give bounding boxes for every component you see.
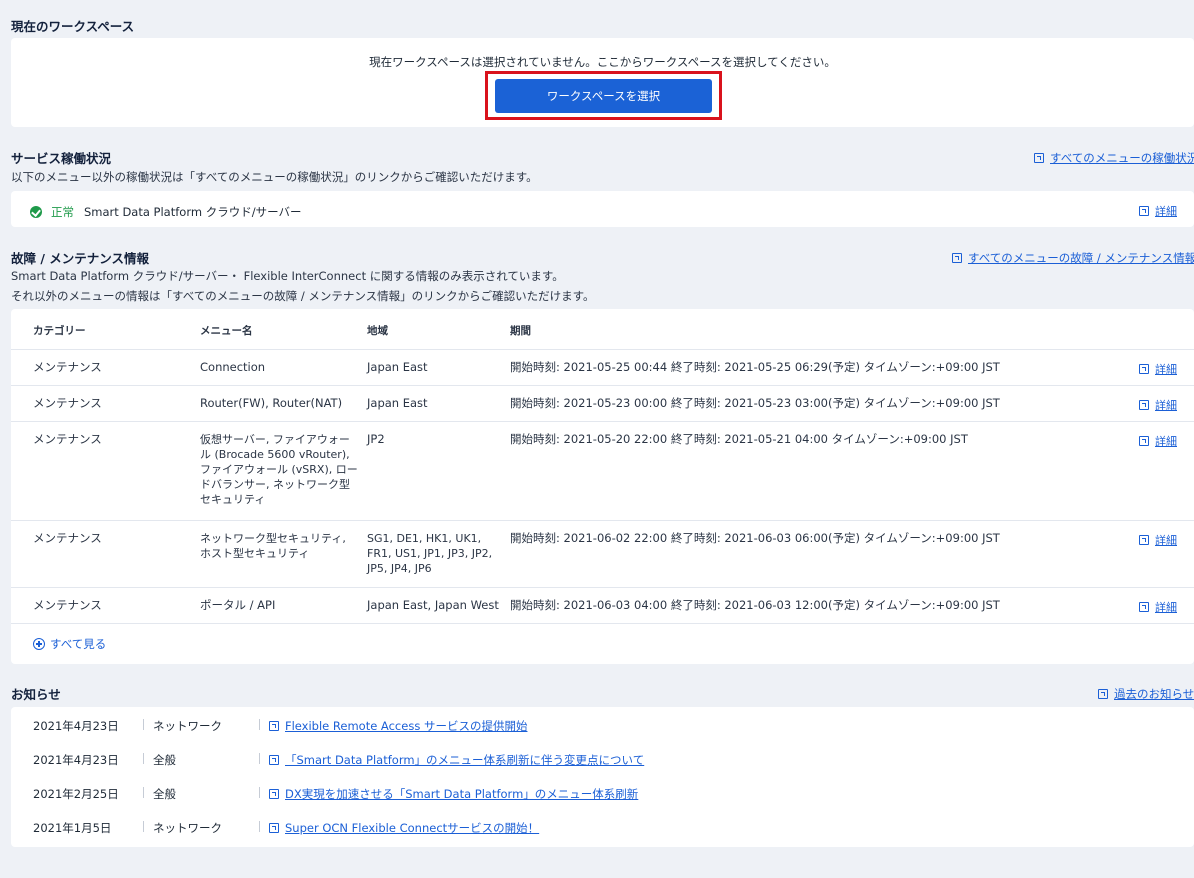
news-link[interactable]: DX実現を加速させる「Smart Data Platform」のメニュー体系刷新 (269, 786, 638, 802)
workspace-title: 現在のワークスペース (11, 19, 135, 34)
workspace-message: 現在ワークスペースは選択されていません。ここからワークスペースを選択してください… (369, 55, 836, 69)
service-panel: 正常 Smart Data Platform クラウド/サーバー 詳細 (11, 191, 1194, 227)
service-description: 以下のメニュー以外の稼働状況は「すべてのメニューの稼働状況」のリンクからご確認い… (11, 170, 538, 184)
news-link[interactable]: 「Smart Data Platform」のメニュー体系刷新に伴う変更点について (269, 752, 644, 768)
row-period: 開始時刻: 2021-06-03 04:00 終了時刻: 2021-06-03 … (510, 598, 1000, 612)
list-item: 2021年2月25日 全般 DX実現を加速させる「Smart Data Plat… (11, 778, 1194, 807)
external-link-icon (1139, 364, 1149, 374)
row-region: JP2 (367, 432, 385, 446)
separator (259, 787, 260, 798)
row-category: メンテナンス (33, 531, 102, 545)
row-region: Japan East (367, 360, 428, 374)
external-link-icon (269, 721, 279, 731)
news-category: 全般 (153, 753, 176, 767)
row-menu: 仮想サーバー, ファイアウォール (Brocade 5600 vRouter),… (200, 433, 358, 506)
news-date: 2021年4月23日 (33, 753, 119, 767)
service-name: Smart Data Platform クラウド/サーバー (84, 205, 302, 219)
see-all-link[interactable]: すべて見る (33, 636, 106, 652)
row-category: メンテナンス (33, 360, 102, 374)
separator (259, 753, 260, 764)
list-item: 2021年4月23日 ネットワーク Flexible Remote Access… (11, 710, 1194, 739)
column-header-region: 地域 (367, 325, 388, 337)
past-news-link[interactable]: 過去のお知らせ (1098, 686, 1194, 702)
row-menu: Router(FW), Router(NAT) (200, 396, 343, 410)
separator (259, 719, 260, 730)
service-detail-link[interactable]: 詳細 (1139, 203, 1177, 219)
news-date: 2021年4月23日 (33, 719, 119, 733)
table-row: メンテナンス Connection Japan East 開始時刻: 2021-… (11, 349, 1194, 385)
news-panel: 2021年4月23日 ネットワーク Flexible Remote Access… (11, 707, 1194, 847)
news-category: ネットワーク (153, 719, 222, 733)
row-detail-link[interactable]: 詳細 (1139, 532, 1177, 548)
row-category: メンテナンス (33, 598, 102, 612)
maintenance-description-2: それ以外のメニューの情報は「すべてのメニューの故障 / メンテナンス情報」のリン… (11, 289, 595, 303)
all-service-status-link[interactable]: すべてのメニューの稼働状況 (1034, 150, 1194, 166)
service-title: サービス稼働状況 (11, 151, 112, 166)
column-header-period: 期間 (510, 325, 531, 337)
row-period: 開始時刻: 2021-05-25 00:44 終了時刻: 2021-05-25 … (510, 360, 1000, 374)
external-link-icon (1034, 153, 1044, 163)
row-menu: ネットワーク型セキュリティ, ホスト型セキュリティ (200, 532, 346, 560)
row-region: Japan East (367, 396, 428, 410)
row-menu: Connection (200, 360, 266, 374)
status-label: 正常 (51, 205, 74, 219)
news-category: 全般 (153, 787, 176, 801)
external-link-icon (1139, 436, 1149, 446)
external-link-icon (1139, 602, 1149, 612)
external-link-icon (1139, 535, 1149, 545)
all-maintenance-link[interactable]: すべてのメニューの故障 / メンテナンス情報 (952, 250, 1194, 266)
row-menu: ポータル / API (200, 598, 276, 612)
column-header-category: カテゴリー (33, 325, 86, 337)
row-region: Japan East, Japan West (367, 598, 499, 612)
maintenance-title: 故障 / メンテナンス情報 (11, 251, 150, 266)
select-workspace-button[interactable]: ワークスペースを選択 (495, 79, 712, 113)
news-category: ネットワーク (153, 821, 222, 835)
table-row: メンテナンス 仮想サーバー, ファイアウォール (Brocade 5600 vR… (11, 421, 1194, 520)
news-title: お知らせ (11, 687, 61, 702)
service-status-row: 正常 Smart Data Platform クラウド/サーバー (30, 204, 301, 220)
row-period: 開始時刻: 2021-06-02 22:00 終了時刻: 2021-06-03 … (510, 531, 1000, 545)
maintenance-panel: カテゴリー メニュー名 地域 期間 メンテナンス Connection Japa… (11, 309, 1194, 664)
maintenance-description-1: Smart Data Platform クラウド/サーバー・ Flexible … (11, 269, 564, 283)
external-link-icon (1139, 400, 1149, 410)
plus-circle-icon (33, 638, 45, 650)
row-detail-link[interactable]: 詳細 (1139, 433, 1177, 449)
external-link-icon (1098, 689, 1108, 699)
check-circle-icon (30, 206, 42, 218)
separator (143, 719, 144, 730)
list-item: 2021年4月23日 全般 「Smart Data Platform」のメニュー… (11, 744, 1194, 773)
row-detail-link[interactable]: 詳細 (1139, 599, 1177, 615)
external-link-icon (1139, 206, 1149, 216)
external-link-icon (269, 823, 279, 833)
row-region: SG1, DE1, HK1, UK1, FR1, US1, JP1, JP3, … (367, 532, 493, 575)
row-category: メンテナンス (33, 396, 102, 410)
separator (143, 787, 144, 798)
news-date: 2021年2月25日 (33, 787, 119, 801)
row-detail-link[interactable]: 詳細 (1139, 397, 1177, 413)
news-link[interactable]: Flexible Remote Access サービスの提供開始 (269, 718, 527, 734)
list-item: 2021年1月5日 ネットワーク Super OCN Flexible Conn… (11, 812, 1194, 841)
external-link-icon (269, 755, 279, 765)
table-row: メンテナンス Router(FW), Router(NAT) Japan Eas… (11, 385, 1194, 421)
workspace-panel: 現在ワークスペースは選択されていません。ここからワークスペースを選択してください… (11, 38, 1194, 127)
divider (11, 623, 1194, 624)
separator (143, 821, 144, 832)
row-category: メンテナンス (33, 432, 102, 446)
table-row: メンテナンス ポータル / API Japan East, Japan West… (11, 587, 1194, 623)
row-period: 開始時刻: 2021-05-23 00:00 終了時刻: 2021-05-23 … (510, 396, 1000, 410)
table-row: メンテナンス ネットワーク型セキュリティ, ホスト型セキュリティ SG1, DE… (11, 520, 1194, 587)
external-link-icon (269, 789, 279, 799)
external-link-icon (952, 253, 962, 263)
row-detail-link[interactable]: 詳細 (1139, 361, 1177, 377)
news-date: 2021年1月5日 (33, 821, 112, 835)
separator (259, 821, 260, 832)
column-header-menu: メニュー名 (200, 325, 253, 337)
row-period: 開始時刻: 2021-05-20 22:00 終了時刻: 2021-05-21 … (510, 432, 968, 446)
news-link[interactable]: Super OCN Flexible Connectサービスの開始！ (269, 820, 539, 836)
separator (143, 753, 144, 764)
